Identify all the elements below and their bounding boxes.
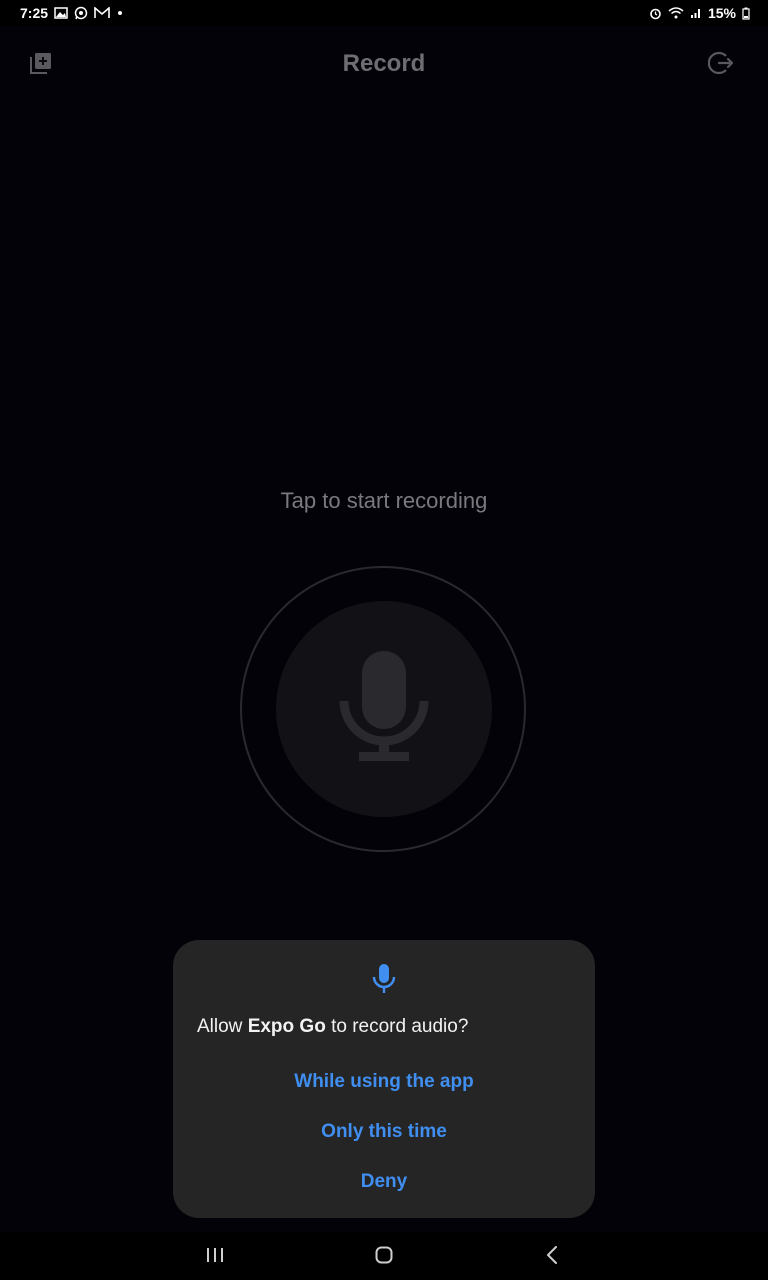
more-notifications-dot [118, 11, 123, 15]
dialog-app-name: Expo Go [247, 1016, 326, 1037]
back-icon [546, 1245, 558, 1269]
logout-button[interactable] [706, 50, 736, 80]
battery-icon [742, 7, 750, 20]
record-button[interactable] [276, 601, 492, 817]
signal-icon [690, 7, 702, 19]
microphone-icon [372, 964, 396, 999]
battery-percent: 15% [707, 5, 736, 21]
allow-once-button[interactable]: Only this time [173, 1121, 595, 1143]
dialog-message: Allow Expo Go to record audio? [197, 1016, 575, 1038]
gallery-icon [54, 7, 68, 19]
recent-apps-button[interactable] [200, 1244, 230, 1270]
status-bar: 7:25 15% [0, 0, 768, 26]
gmail-icon [94, 7, 110, 19]
home-button[interactable] [369, 1244, 399, 1270]
alarm-icon [649, 7, 662, 20]
recent-apps-icon [206, 1247, 224, 1268]
deny-button[interactable]: Deny [173, 1171, 595, 1193]
allow-while-using-button[interactable]: While using the app [173, 1071, 595, 1093]
status-time: 7:25 [20, 5, 49, 21]
whatsapp-icon [74, 6, 88, 20]
permission-dialog: Allow Expo Go to record audio? While usi… [173, 940, 595, 1218]
navigation-bar [0, 1232, 768, 1280]
dialog-message-prefix: Allow [197, 1016, 248, 1037]
dialog-mic-container [173, 964, 595, 999]
app-header: Record [0, 40, 768, 90]
logout-icon [707, 50, 734, 81]
record-hint: Tap to start recording [280, 488, 488, 513]
back-button[interactable] [537, 1244, 567, 1270]
page-title: Record [342, 50, 426, 77]
dialog-message-suffix: to record audio? [325, 1016, 469, 1037]
home-icon [375, 1246, 393, 1269]
microphone-icon [339, 650, 429, 768]
wifi-icon [668, 7, 684, 19]
